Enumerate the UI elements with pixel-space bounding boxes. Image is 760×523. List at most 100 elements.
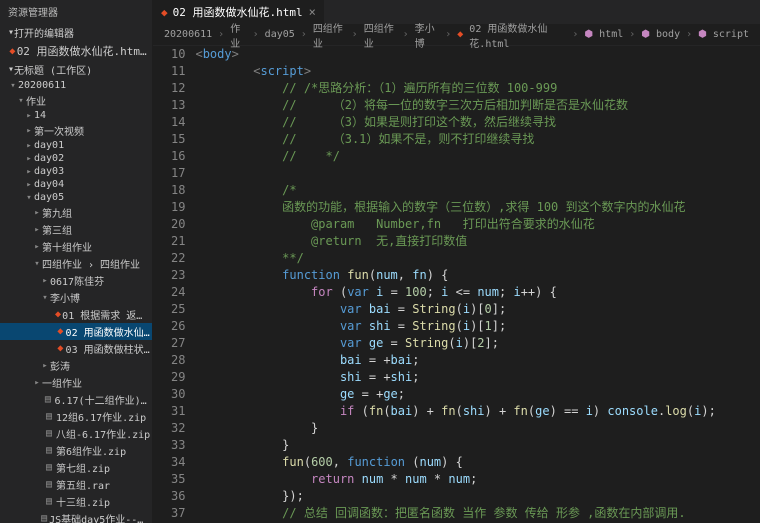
code-line[interactable]: function fun(num, fn) { <box>195 267 760 284</box>
code-line[interactable]: **/ <box>195 250 760 267</box>
file-item[interactable]: ▤第6组作业.zip <box>0 442 152 459</box>
line-number: 18 <box>171 182 185 199</box>
file-item[interactable]: ▤12组6.17作业.zip <box>0 408 152 425</box>
breadcrumb-item[interactable]: script <box>713 29 749 40</box>
folder-item[interactable]: ▸第十组作业 <box>0 238 152 255</box>
folder-item[interactable]: ▸第三组 <box>0 221 152 238</box>
file-item[interactable]: ▤第五组.rar <box>0 476 152 493</box>
code-line[interactable]: if (fn(bai) + fn(shi) + fn(ge) == i) con… <box>195 403 760 420</box>
code-line[interactable]: fun(600, function (num) { <box>195 454 760 471</box>
code-line[interactable]: // */ <box>195 148 760 165</box>
breadcrumb-item[interactable]: html <box>599 29 623 40</box>
file-item[interactable]: ▤第七组.zip <box>0 459 152 476</box>
breadcrumb-item[interactable]: day05 <box>265 29 295 40</box>
code-line[interactable]: // /*思路分析：（1）遍历所有的三位数 100-999 <box>195 80 760 97</box>
item-label: 20200611 <box>18 80 66 91</box>
code-line[interactable]: shi = +shi; <box>195 369 760 386</box>
code-line[interactable]: @return 无,直接打印数值 <box>195 233 760 250</box>
file-item[interactable]: ▤JS基础day5作业--第11组.zip <box>0 510 152 523</box>
file-tree: ▾20200611▾作业▸14▸第一次视频▸day01▸day02▸day03▸… <box>0 79 152 523</box>
code-line[interactable] <box>195 165 760 182</box>
folder-item[interactable]: ▸一组作业 <box>0 374 152 391</box>
html-icon: ◆ <box>55 326 65 337</box>
item-label: 一组作业 <box>42 375 82 390</box>
code-line[interactable]: /* <box>195 182 760 199</box>
code-line[interactable]: <body> <box>195 46 760 63</box>
file-item[interactable]: ◆03 用函数做柱状图.html <box>0 340 152 357</box>
line-number: 16 <box>171 148 185 165</box>
folder-item[interactable]: ▸14 <box>0 109 152 122</box>
code-line[interactable]: }); <box>195 488 760 505</box>
code-line[interactable]: @param Number,fn 打印出符合要求的水仙花 <box>195 216 760 233</box>
chevron-icon: ▾ <box>8 81 18 91</box>
folder-item[interactable]: ▾作业 <box>0 92 152 109</box>
code-line[interactable]: var shi = String(i)[1]; <box>195 318 760 335</box>
code-line[interactable]: bai = +bai; <box>195 352 760 369</box>
breadcrumb-sep: › <box>301 29 307 40</box>
line-number: 33 <box>171 437 185 454</box>
code-line[interactable]: 函数的功能，根据输入的数字（三位数）,求得 100 到这个数字内的水仙花 <box>195 199 760 216</box>
file-item[interactable]: ▤十三组.zip <box>0 493 152 510</box>
item-label: day05 <box>34 192 64 203</box>
line-number: 37 <box>171 505 185 522</box>
file-item[interactable]: ◆01 根据需求 返回最大值和最... <box>0 306 152 323</box>
folder-item[interactable]: ▸彭涛 <box>0 357 152 374</box>
item-label: day02 <box>34 153 64 164</box>
code-line[interactable]: // （3.1）如果不是，则不打印继续寻找 <box>195 131 760 148</box>
folder-item[interactable]: ▾李小博 <box>0 289 152 306</box>
folder-item[interactable]: ▾四组作业 › 四组作业 <box>0 255 152 272</box>
breadcrumb-item[interactable]: 四组作业 <box>313 20 346 50</box>
line-number: 28 <box>171 352 185 369</box>
code-line[interactable]: for (var i = 100; i <= num; i++) { <box>195 284 760 301</box>
line-number: 34 <box>171 454 185 471</box>
folder-item[interactable]: ▸day04 <box>0 178 152 191</box>
open-editors-section[interactable]: ▾ 打开的编辑器 <box>0 23 152 42</box>
breadcrumb-item[interactable]: 四组作业 <box>364 20 397 50</box>
folder-item[interactable]: ▸day01 <box>0 139 152 152</box>
close-icon[interactable]: × <box>309 5 316 19</box>
breadcrumb[interactable]: 20200611›作业›day05›四组作业›四组作业›李小博›◆ 02 用函数… <box>153 24 760 46</box>
code-line[interactable]: // （3）如果是则打印这个数，然后继续寻找 <box>195 114 760 131</box>
file-item[interactable]: ◆02 用函数做水仙花.html <box>0 323 152 340</box>
code-line[interactable]: return num * num * num; <box>195 471 760 488</box>
line-number: 10 <box>171 46 185 63</box>
breadcrumb-item[interactable]: 02 用函数做水仙花.html <box>469 20 566 50</box>
code-line[interactable]: } <box>195 420 760 437</box>
item-label: day03 <box>34 166 64 177</box>
code-line[interactable]: // 总结 回调函数：把匿名函数 当作 参数 传给 形参 ,函数在内部调用. <box>195 505 760 522</box>
item-label: 十三组.zip <box>56 494 110 509</box>
line-number: 31 <box>171 403 185 420</box>
breadcrumb-item[interactable]: 20200611 <box>164 29 212 40</box>
chevron-icon: ▸ <box>24 111 34 121</box>
breadcrumb-sep: › <box>686 29 692 40</box>
line-number: 11 <box>171 63 185 80</box>
breadcrumb-item[interactable]: 李小博 <box>415 20 440 50</box>
item-label: 第五组.rar <box>56 477 110 492</box>
code-line[interactable]: <script> <box>195 63 760 80</box>
folder-item[interactable]: ▸第九组 <box>0 204 152 221</box>
item-label: 12组6.17作业.zip <box>56 409 146 424</box>
folder-item[interactable]: ▾day05 <box>0 191 152 204</box>
folder-item[interactable]: ▸day03 <box>0 165 152 178</box>
file-item[interactable]: ▤6.17(十二组作业).7z <box>0 391 152 408</box>
file-item[interactable]: ▤八组-6.17作业.zip <box>0 425 152 442</box>
open-editor-item[interactable]: ◆02 用函数做水仙花.html 作业\day05... <box>0 42 152 60</box>
code-line[interactable]: var bai = String(i)[0]; <box>195 301 760 318</box>
line-number: 27 <box>171 335 185 352</box>
tab-label: 02 用函数做水仙花.html <box>173 4 303 20</box>
line-number: 19 <box>171 199 185 216</box>
folder-item[interactable]: ▾20200611 <box>0 79 152 92</box>
folder-item[interactable]: ▸day02 <box>0 152 152 165</box>
breadcrumb-item[interactable]: 作业 <box>230 20 246 50</box>
breadcrumb-item[interactable]: body <box>656 29 680 40</box>
code-content[interactable]: <body> <script> // /*思路分析：（1）遍历所有的三位数 10… <box>195 46 760 523</box>
workspace-section[interactable]: ▾ 无标题 (工作区) <box>0 60 152 79</box>
code-line[interactable]: ge = +ge; <box>195 386 760 403</box>
folder-item[interactable]: ▸0617陈佳芬 <box>0 272 152 289</box>
code-line[interactable]: var ge = String(i)[2]; <box>195 335 760 352</box>
code-line[interactable]: // （2）将每一位的数字三次方后相加判断是否是水仙花数 <box>195 97 760 114</box>
code-line[interactable]: } <box>195 437 760 454</box>
folder-item[interactable]: ▸第一次视频 <box>0 122 152 139</box>
code-editor[interactable]: 1011121314151617181920212223242526272829… <box>153 46 760 523</box>
element-icon: ⬢ <box>584 29 593 40</box>
